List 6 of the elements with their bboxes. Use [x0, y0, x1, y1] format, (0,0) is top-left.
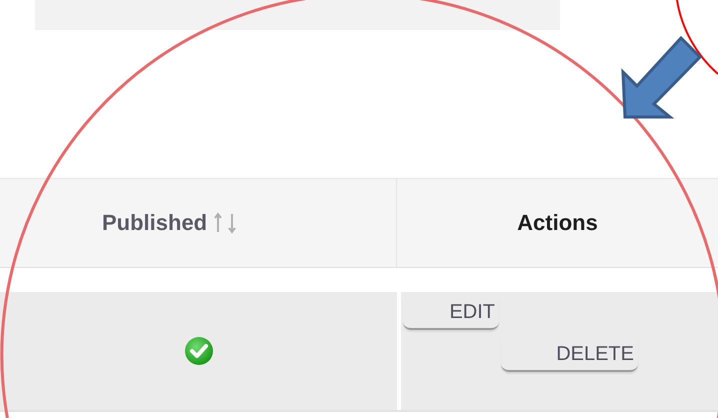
column-header: Actions — [517, 210, 598, 236]
column-header[interactable]: Published — [102, 210, 208, 236]
check-icon — [182, 335, 214, 367]
edit-button[interactable]: EDIT — [403, 298, 499, 330]
arrow-icon — [621, 36, 702, 118]
delete-button[interactable]: DELETE — [501, 340, 638, 372]
